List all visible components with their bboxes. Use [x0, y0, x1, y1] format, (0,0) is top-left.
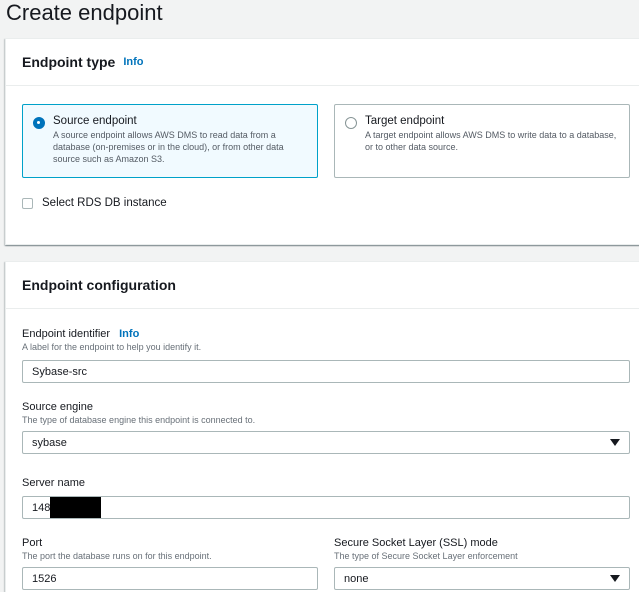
source-endpoint-radio[interactable] — [33, 117, 45, 129]
ssl-mode-select[interactable]: none — [334, 567, 630, 590]
port-field: Port The port the database runs on for t… — [22, 537, 318, 590]
source-engine-description: The type of database engine this endpoin… — [22, 415, 256, 425]
source-engine-label: Source engine — [22, 401, 93, 413]
caret-down-icon — [610, 439, 620, 446]
port-description: The port the database runs on for this e… — [22, 551, 212, 561]
endpoint-configuration-panel: Endpoint configuration Endpoint identifi… — [5, 261, 639, 592]
port-label: Port — [22, 537, 43, 549]
endpoint-type-panel: Endpoint type Info Source endpoint A sou… — [5, 38, 639, 245]
endpoint-identifier-label-text: Endpoint identifier — [22, 328, 111, 340]
ssl-mode-value: none — [344, 572, 369, 585]
rds-checkbox-label[interactable]: Select RDS DB instance — [42, 197, 167, 209]
rds-checkbox-row[interactable]: Select RDS DB instance — [22, 197, 167, 209]
target-endpoint-title: Target endpoint — [365, 115, 445, 127]
server-name-value: 148 — [32, 501, 51, 514]
ssl-mode-field: Secure Socket Layer (SSL) mode The type … — [334, 537, 630, 590]
source-endpoint-tile[interactable]: Source endpoint A source endpoint allows… — [22, 104, 318, 178]
source-engine-value: sybase — [32, 436, 67, 449]
ssl-mode-description: The type of Secure Socket Layer enforcem… — [334, 551, 518, 561]
endpoint-type-header: Endpoint type Info — [6, 39, 639, 86]
endpoint-type-info-link[interactable]: Info — [123, 56, 143, 68]
redaction-block — [50, 497, 102, 518]
endpoint-identifier-info-link[interactable]: Info — [119, 328, 139, 340]
target-endpoint-tile[interactable]: Target endpoint A target endpoint allows… — [334, 104, 630, 178]
endpoint-configuration-header: Endpoint configuration — [6, 262, 639, 309]
endpoint-identifier-input[interactable]: Sybase-src — [22, 360, 630, 383]
caret-down-icon — [610, 575, 620, 582]
endpoint-identifier-description: A label for the endpoint to help you ide… — [22, 342, 202, 352]
target-endpoint-description: A target endpoint allows AWS DMS to writ… — [365, 130, 617, 152]
port-input[interactable]: 1526 — [22, 567, 318, 590]
endpoint-identifier-field: Endpoint identifier Info A label for the… — [22, 328, 630, 383]
target-endpoint-radio[interactable] — [345, 117, 357, 129]
endpoint-configuration-heading: Endpoint configuration — [22, 277, 176, 293]
source-endpoint-description: A source endpoint allows AWS DMS to read… — [53, 130, 284, 164]
ssl-mode-label: Secure Socket Layer (SSL) mode — [334, 537, 498, 549]
server-name-label: Server name — [22, 477, 85, 489]
page-title: Create endpoint — [6, 0, 163, 25]
rds-checkbox[interactable] — [22, 197, 33, 209]
server-name-input[interactable]: 148 — [22, 496, 630, 519]
source-endpoint-title: Source endpoint — [53, 115, 137, 127]
server-name-field: Server name 148 — [22, 477, 630, 519]
source-engine-field: Source engine The type of database engin… — [22, 401, 630, 454]
source-engine-select[interactable]: sybase — [22, 431, 630, 454]
port-value: 1526 — [32, 572, 57, 585]
endpoint-identifier-value: Sybase-src — [32, 365, 88, 378]
endpoint-type-heading: Endpoint type — [22, 54, 116, 70]
endpoint-identifier-label: Endpoint identifier Info — [22, 328, 630, 341]
